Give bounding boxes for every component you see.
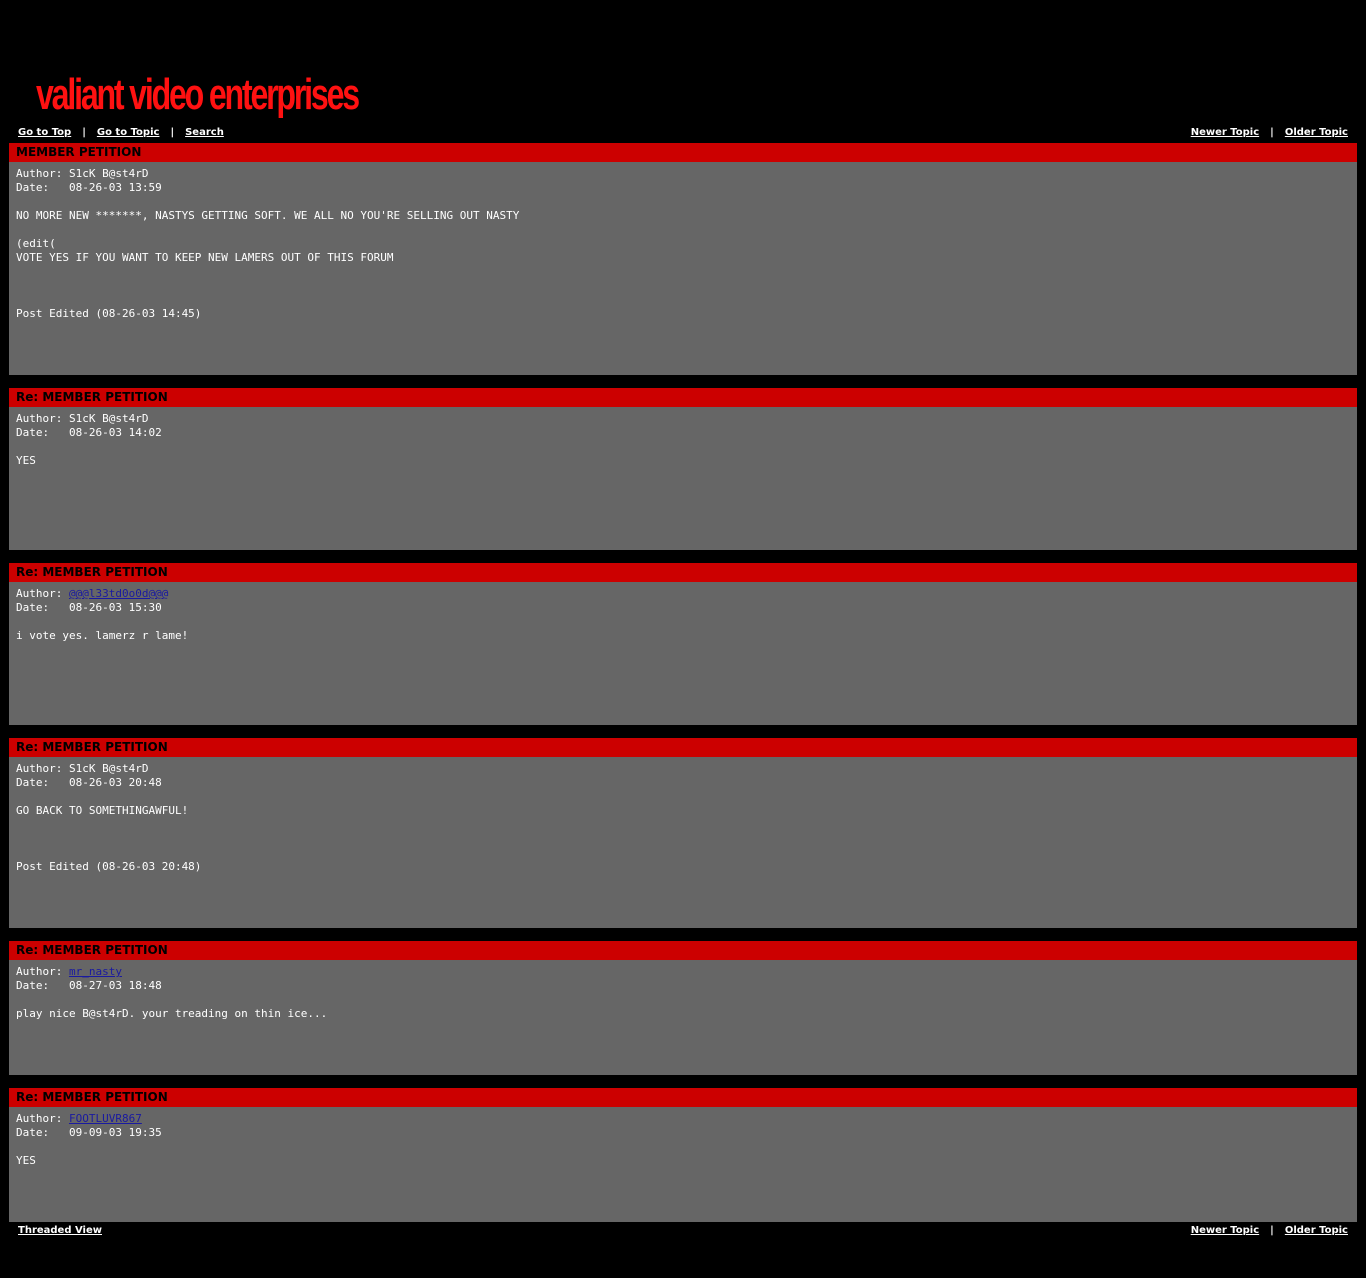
older-topic-link[interactable]: Older Topic: [1285, 127, 1348, 138]
forum-post: Re: MEMBER PETITION Author: S1cK B@st4rD…: [9, 738, 1357, 928]
post-subject: MEMBER PETITION: [9, 143, 1357, 162]
author-label: Author:: [16, 762, 69, 775]
post-text-line: [16, 846, 1350, 860]
post-date-line: Date: 08-26-03 13:59: [16, 181, 1350, 195]
post-author-line: Author: S1cK B@st4rD: [16, 762, 1350, 776]
post-text-line: play nice B@st4rD. your treading on thin…: [16, 1007, 328, 1020]
post-edited-note: Post Edited (08-26-03 14:45): [16, 307, 202, 320]
forum-post: Re: MEMBER PETITION Author: mr_nasty Dat…: [9, 941, 1357, 1075]
search-link[interactable]: Search: [185, 127, 224, 138]
post-date-line: Date: 08-26-03 20:48: [16, 776, 1350, 790]
post-author: S1cK B@st4rD: [68, 762, 149, 775]
nav-separator: |: [1270, 1225, 1274, 1236]
author-label: Author:: [16, 1112, 69, 1125]
post-text-line: NO MORE NEW *******, NASTYS GETTING SOFT…: [16, 209, 520, 222]
post-subject: Re: MEMBER PETITION: [9, 941, 1357, 960]
author-label: Author:: [16, 965, 69, 978]
threaded-view-link[interactable]: Threaded View: [18, 1225, 102, 1236]
bottom-navigation: Threaded View Newer Topic | Older Topic: [9, 1222, 1357, 1240]
nav-separator: |: [1270, 127, 1274, 138]
nav-separator: |: [82, 127, 86, 138]
post-subject: Re: MEMBER PETITION: [9, 738, 1357, 757]
post-text-line: GO BACK TO SOMETHINGAWFUL!: [16, 804, 189, 817]
newer-topic-link[interactable]: Newer Topic: [1191, 127, 1259, 138]
post-body: Author: S1cK B@st4rD Date: 08-26-03 14:0…: [9, 407, 1357, 473]
post-date: 08-26-03 13:59: [68, 181, 162, 194]
post-text-line: [16, 223, 1350, 237]
post-author-link[interactable]: FOOTLUVR867: [69, 1112, 142, 1125]
post-date: 08-26-03 15:30: [68, 601, 162, 614]
date-label: Date:: [16, 776, 69, 789]
forum-post: Re: MEMBER PETITION Author: FOOTLUVR867 …: [9, 1088, 1357, 1222]
post-edited-note: Post Edited (08-26-03 20:48): [16, 860, 202, 873]
post-body: Author: @@@l33td0o0d@@@ Date: 08-26-03 1…: [9, 582, 1357, 648]
post-text-line: [16, 293, 1350, 307]
post-author: S1cK B@st4rD: [68, 412, 149, 425]
post-date: 08-26-03 20:48: [68, 776, 162, 789]
post-date: 08-26-03 14:02: [68, 426, 162, 439]
post-text-line: YES: [16, 1154, 36, 1167]
post-date-line: Date: 09-09-03 19:35: [16, 1126, 1350, 1140]
post-date: 08-27-03 18:48: [68, 979, 162, 992]
post-subject: Re: MEMBER PETITION: [9, 1088, 1357, 1107]
older-topic-link[interactable]: Older Topic: [1285, 1225, 1348, 1236]
top-nav-left: Go to Top | Go to Topic | Search: [18, 124, 224, 142]
post-author-link[interactable]: @@@l33td0o0d@@@: [69, 587, 168, 600]
bottom-nav-right: Newer Topic | Older Topic: [1191, 1222, 1348, 1240]
date-label: Date:: [16, 979, 69, 992]
post-date-line: Date: 08-27-03 18:48: [16, 979, 1350, 993]
date-label: Date:: [16, 181, 69, 194]
post-author-line: Author: mr_nasty: [16, 965, 1350, 979]
post-author-line: Author: S1cK B@st4rD: [16, 167, 1350, 181]
site-logo: valiant video enterprises: [36, 70, 360, 119]
post-author: S1cK B@st4rD: [68, 167, 149, 180]
post-text-line: YES: [16, 454, 36, 467]
forum-post: MEMBER PETITION Author: S1cK B@st4rD Dat…: [9, 143, 1357, 375]
post-body: Author: S1cK B@st4rD Date: 08-26-03 13:5…: [9, 162, 1357, 326]
post-author-link[interactable]: mr_nasty: [69, 965, 122, 978]
forum-post: Re: MEMBER PETITION Author: S1cK B@st4rD…: [9, 388, 1357, 550]
post-text-line: VOTE YES IF YOU WANT TO KEEP NEW LAMERS …: [16, 251, 394, 264]
post-text-line: [16, 265, 1350, 279]
post-author-line: Author: S1cK B@st4rD: [16, 412, 1350, 426]
date-label: Date:: [16, 601, 69, 614]
date-label: Date:: [16, 426, 69, 439]
newer-topic-link[interactable]: Newer Topic: [1191, 1225, 1259, 1236]
go-to-topic-link[interactable]: Go to Topic: [97, 127, 160, 138]
post-body: Author: FOOTLUVR867 Date: 09-09-03 19:35…: [9, 1107, 1357, 1173]
top-navigation: Go to Top | Go to Topic | Search Newer Topic…: [9, 124, 1357, 142]
post-body: Author: mr_nasty Date: 08-27-03 18:48 pl…: [9, 960, 1357, 1026]
bottom-nav-left: Threaded View: [18, 1222, 102, 1240]
forum-post: Re: MEMBER PETITION Author: @@@l33td0o0d…: [9, 563, 1357, 725]
date-label: Date:: [16, 1126, 69, 1139]
post-date: 09-09-03 19:35: [68, 1126, 162, 1139]
post-date-line: Date: 08-26-03 15:30: [16, 601, 1350, 615]
author-label: Author:: [16, 167, 69, 180]
post-subject: Re: MEMBER PETITION: [9, 563, 1357, 582]
post-text-line: [16, 832, 1350, 846]
post-date-line: Date: 08-26-03 14:02: [16, 426, 1350, 440]
author-label: Author:: [16, 412, 69, 425]
top-nav-right: Newer Topic | Older Topic: [1191, 124, 1348, 142]
author-label: Author:: [16, 587, 69, 600]
post-text-line: (edit(: [16, 237, 56, 250]
post-author-line: Author: @@@l33td0o0d@@@: [16, 587, 1350, 601]
post-subject: Re: MEMBER PETITION: [9, 388, 1357, 407]
nav-separator: |: [170, 127, 175, 138]
post-text-line: i vote yes. lamerz r lame!: [16, 629, 189, 642]
post-text-line: [16, 279, 1350, 293]
post-body: Author: S1cK B@st4rD Date: 08-26-03 20:4…: [9, 757, 1357, 879]
post-text-line: [16, 818, 1350, 832]
post-author-line: Author: FOOTLUVR867: [16, 1112, 1350, 1126]
go-to-top-link[interactable]: Go to Top: [18, 127, 71, 138]
